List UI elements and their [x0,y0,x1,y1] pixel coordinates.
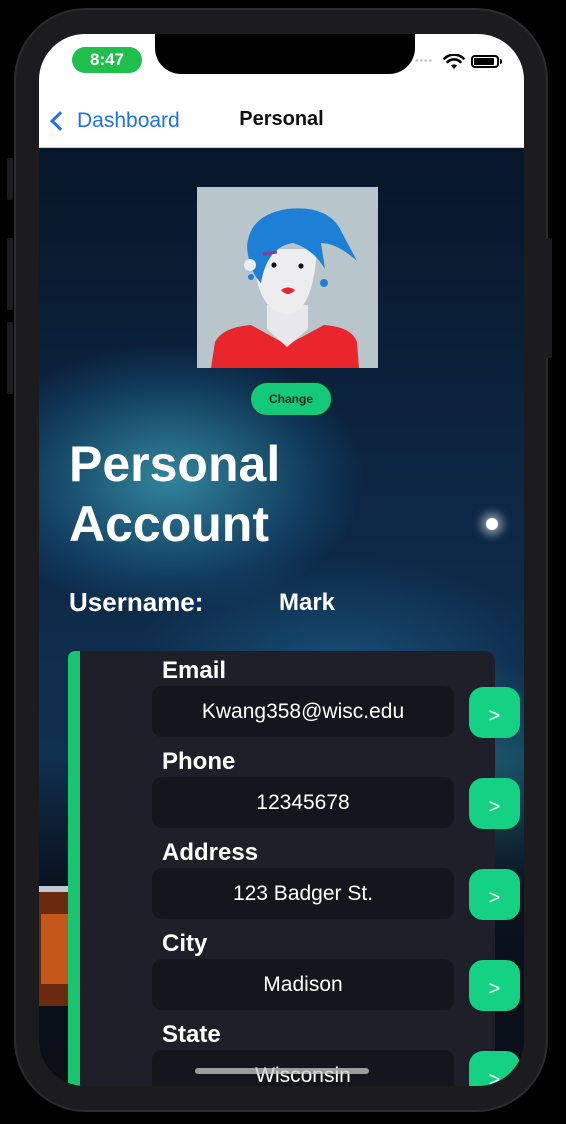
address-field[interactable]: 123 Badger St. [152,868,454,919]
phone-submit-button[interactable]: > [469,778,520,829]
phone-screen: 8:47 •••• Personal Dashboard Change Pers… [39,34,524,1086]
state-submit-button[interactable]: > [469,1051,520,1086]
email-label: Email [162,657,227,684]
cabin-window [41,914,71,984]
change-photo-button[interactable]: Change [250,382,332,416]
username-value: Mark [279,589,336,616]
username-label: Username: [69,587,204,617]
volume-up-button [7,238,13,310]
account-form-card: Email Kwang358@wisc.edu > Phone 12345678… [80,651,520,1086]
profile-avatar [197,187,378,368]
address-submit-button[interactable]: > [469,869,520,920]
power-button [546,238,552,358]
volume-down-button [7,322,13,394]
navigation-bar: Personal Dashboard [39,94,524,148]
city-field[interactable]: Madison [152,959,454,1010]
chevron-left-icon [50,111,70,131]
city-label: City [162,930,208,957]
wifi-icon [443,54,465,69]
back-button[interactable]: Dashboard [47,106,180,136]
phone-field[interactable]: 12345678 [152,777,454,828]
avatar-illustration [197,187,378,368]
email-field[interactable]: Kwang358@wisc.edu [152,686,454,737]
status-bar: 8:47 •••• [39,34,524,94]
cellular-signal-icon: •••• [415,56,434,67]
phone-label: Phone [162,748,236,775]
moon [486,518,498,530]
address-label: Address [162,839,259,866]
mute-switch [7,158,13,200]
status-time: 8:47 [72,47,142,73]
back-button-label: Dashboard [77,109,180,132]
state-label: State [162,1021,221,1048]
battery-icon [471,55,502,68]
city-submit-button[interactable]: > [469,960,520,1011]
page-title: Personal Account [69,436,281,552]
email-submit-button[interactable]: > [469,687,520,738]
notch [155,34,415,74]
home-indicator[interactable] [195,1068,369,1074]
